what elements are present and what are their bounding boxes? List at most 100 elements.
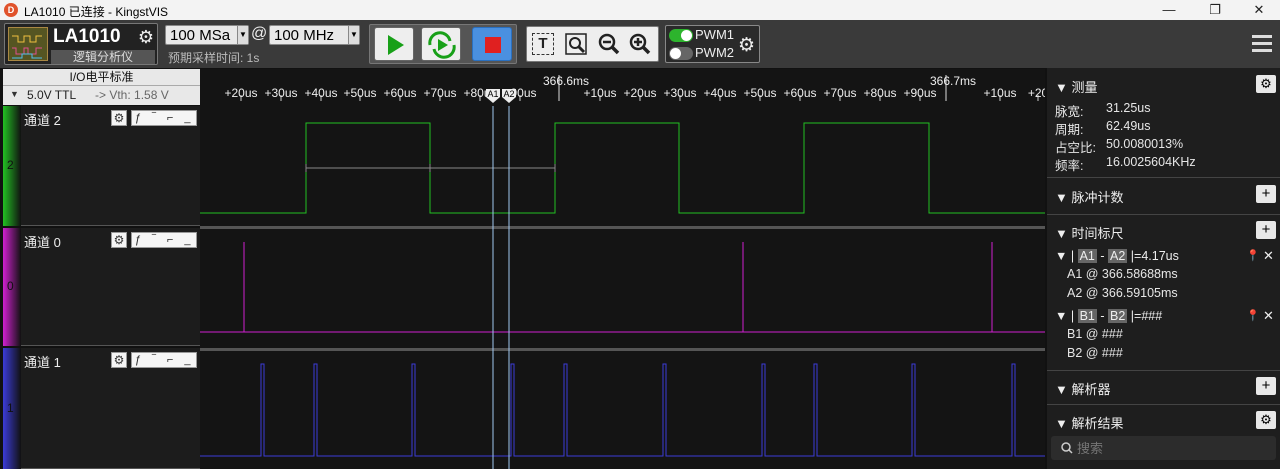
minimize-button[interactable]: — (1146, 0, 1192, 20)
add-pulse-count-button[interactable]: + (1256, 185, 1276, 203)
waveform-area[interactable] (200, 106, 1045, 469)
a-pair-header[interactable]: ▼ | A1 - A2 |=4.17us (1055, 249, 1179, 263)
pin-icon[interactable]: 📍 (1246, 309, 1260, 322)
view-tools: T (526, 26, 659, 62)
divider (1047, 214, 1280, 215)
decoder-result-section-title[interactable]: ▼ 解析结果 (1055, 413, 1124, 432)
search-input[interactable] (1077, 439, 1267, 457)
zoom-out-icon[interactable] (597, 32, 621, 56)
close-icon[interactable]: ✕ (1263, 308, 1274, 324)
channel-name[interactable]: 通道 0 (24, 232, 61, 251)
pwm2-label: PWM2 (695, 45, 734, 60)
decoder-section-title[interactable]: ▼ 解析器 (1055, 379, 1111, 398)
channel-separator (200, 348, 1045, 351)
device-panel[interactable]: LA1010 ⚙ 逻辑分析仪 (4, 23, 158, 65)
channel-panel[interactable]: 0 通道 0 ⚙ ƒ ‾ ⌐ _ (3, 228, 200, 346)
text-annotation-icon[interactable]: T (532, 33, 554, 55)
channel-settings-gear-icon[interactable]: ⚙ (111, 110, 127, 126)
channel-separator (200, 226, 1045, 229)
measure-section-title[interactable]: ▼ 测量 (1055, 77, 1098, 96)
trigger-select[interactable]: ƒ ‾ ⌐ _ (131, 232, 197, 248)
close-button[interactable]: ✕ (1236, 0, 1280, 20)
ruler-tick-label: +60us (783, 86, 816, 100)
measure-label: 周期: (1055, 123, 1084, 137)
sample-rate-value: 100 MHz (274, 27, 335, 44)
b1-tag: B1 (1077, 309, 1097, 323)
io-level-value: 5.0V TTL (27, 88, 77, 102)
start-button[interactable] (374, 27, 414, 61)
pin-icon[interactable]: 📍 (1246, 249, 1260, 262)
ruler-tick-label: +60us (383, 86, 416, 100)
measure-frequency: 频率: 16.0025604KHz (1055, 155, 1196, 174)
chevron-down-icon: ▼ (10, 89, 19, 99)
ruler-tick-label: +70us (823, 86, 856, 100)
sample-depth-value: 100 MSa (170, 27, 231, 44)
estimated-sample-time: 预期采样时间: 1s (168, 51, 260, 65)
zoom-fit-icon[interactable] (564, 32, 588, 56)
decoder-result-title: 解析结果 (1071, 416, 1124, 431)
divider (1047, 370, 1280, 371)
time-ruler[interactable]: +20us +30us +40us +50us +60us +70us +80us +90us… (200, 69, 1049, 106)
maximize-button[interactable]: ❐ (1192, 0, 1238, 20)
measure-period: 周期: 62.49us (1055, 119, 1150, 138)
a1-tag: A1 (1077, 249, 1097, 263)
trigger-select[interactable]: ƒ ‾ ⌐ _ (131, 110, 197, 126)
io-level-panel[interactable]: I/O电平标准 5.0V TTL -> Vth: 1.58 V ▼ (3, 69, 200, 105)
sample-rate-select[interactable]: 100 MHz ▼ (269, 25, 360, 45)
zoom-in-icon[interactable] (628, 32, 652, 56)
measure-value: 31.25us (1106, 101, 1151, 115)
device-name: LA1010 (53, 26, 121, 47)
add-timing-marker-button[interactable]: + (1256, 221, 1276, 239)
pulse-count-title: 脉冲计数 (1071, 190, 1124, 205)
ruler-major-label: 366.6ms (543, 74, 589, 88)
channel-settings-gear-icon[interactable]: ⚙ (111, 352, 127, 368)
pulse-count-section-title[interactable]: ▼ 脉冲计数 (1055, 187, 1124, 206)
a2-tag: A2 (1107, 249, 1128, 263)
channel-name[interactable]: 通道 1 (24, 352, 61, 371)
at-sign: @ (251, 25, 268, 42)
ruler-tick-label: +40us (703, 86, 736, 100)
channel-panel[interactable]: 1 通道 1 ⚙ ƒ ‾ ⌐ _ (3, 348, 200, 469)
device-settings-gear-icon[interactable]: ⚙ (135, 27, 157, 49)
measure-value: 50.0080013% (1106, 137, 1184, 151)
ruler-tick-label: +50us (743, 86, 776, 100)
channel-panel[interactable]: 2 通道 2 ⚙ ƒ ‾ ⌐ _ (3, 106, 200, 226)
measure-settings-gear-icon[interactable]: ⚙ (1256, 75, 1276, 93)
ruler-ticks: +20us +30us +40us +50us +60us +70us +80us +90us… (224, 74, 1049, 103)
divider (1047, 404, 1280, 405)
hamburger-icon[interactable] (1252, 33, 1272, 55)
channel-1-waveform (200, 363, 1045, 457)
b-pair-header[interactable]: ▼ | B1 - B2 |=### (1055, 309, 1162, 323)
window-title: LA1010 已连接 - KingstVIS (24, 5, 169, 19)
timing-marker-label: A2 (503, 89, 514, 99)
decoder-title: 解析器 (1071, 382, 1111, 397)
trigger-select[interactable]: ƒ ‾ ⌐ _ (131, 352, 197, 368)
io-level-title: I/O电平标准 (3, 69, 200, 86)
measure-title: 测量 (1071, 80, 1098, 95)
stop-button[interactable] (472, 27, 512, 61)
search-box[interactable] (1051, 436, 1276, 460)
add-decoder-button[interactable]: + (1256, 377, 1276, 395)
channel-index: 2 (7, 158, 14, 172)
ruler-tick-label: +40us (304, 86, 337, 100)
loop-start-button[interactable] (421, 27, 461, 61)
device-subtitle: 逻辑分析仪 (51, 50, 155, 64)
close-icon[interactable]: ✕ (1263, 248, 1274, 264)
chevron-down-icon: ▼ (237, 26, 248, 44)
timing-section-title[interactable]: ▼ 时间标尺 (1055, 223, 1124, 242)
pwm2-toggle[interactable] (669, 47, 693, 60)
channel-name[interactable]: 通道 2 (24, 110, 61, 129)
b2-position: B2 @ ### (1067, 346, 1123, 360)
stop-icon (485, 37, 501, 53)
pwm1-toggle[interactable] (669, 29, 693, 42)
b-pair-diff: |=### (1130, 309, 1163, 323)
decoder-result-settings-gear-icon[interactable]: ⚙ (1256, 411, 1276, 429)
timing-title: 时间标尺 (1071, 226, 1124, 241)
chevron-down-icon: ▼ (348, 26, 359, 44)
measure-label: 频率: (1055, 159, 1084, 173)
ruler-tick-label: +10us (983, 86, 1016, 100)
sample-depth-select[interactable]: 100 MSa ▼ (165, 25, 249, 45)
pwm-settings-gear-icon[interactable]: ⚙ (738, 34, 755, 57)
channel-settings-gear-icon[interactable]: ⚙ (111, 232, 127, 248)
toolbar: LA1010 ⚙ 逻辑分析仪 100 MSa ▼ @ 100 MHz ▼ 预期采… (0, 20, 1280, 68)
